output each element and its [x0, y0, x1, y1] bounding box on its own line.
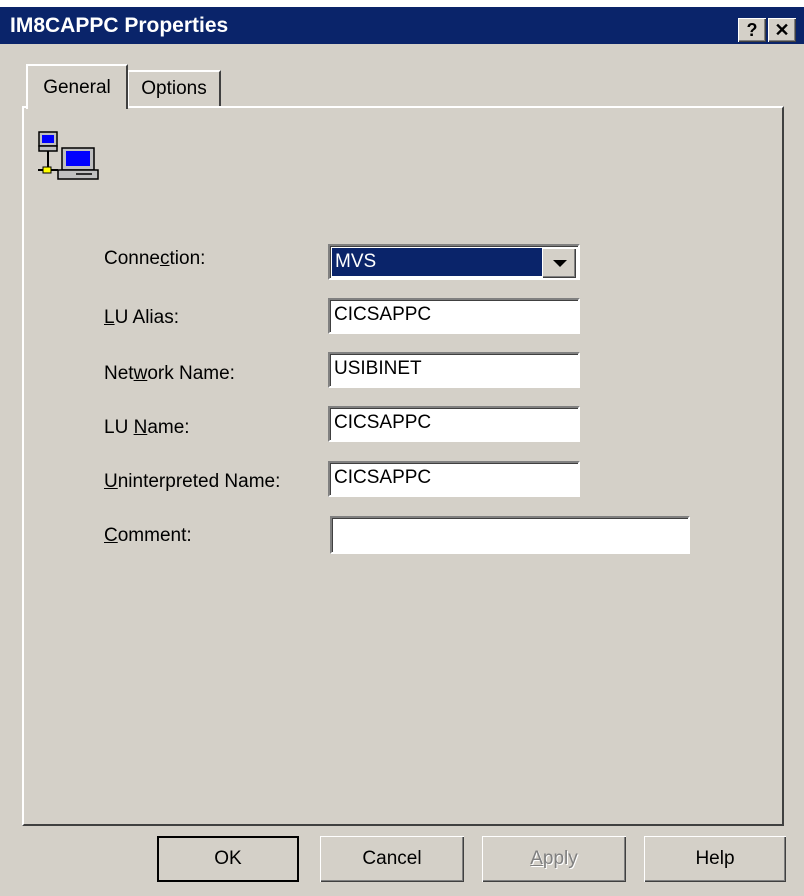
lu-name-field[interactable]: CICSAPPC: [328, 406, 580, 442]
close-button[interactable]: ✕: [768, 18, 796, 42]
tab-join: [28, 106, 126, 109]
connection-label: Connection:: [104, 248, 206, 269]
comment-label: Comment:: [104, 525, 192, 546]
help-dialog-button[interactable]: Help: [644, 836, 786, 882]
chevron-down-icon[interactable]: [542, 248, 576, 278]
connection-selected-value: MVS: [332, 248, 542, 276]
ok-button[interactable]: OK: [157, 836, 299, 882]
apply-button[interactable]: Apply: [482, 836, 626, 882]
uninterpreted-name-field[interactable]: CICSAPPC: [328, 461, 580, 497]
tab-general-label: General: [43, 76, 111, 98]
window-title: IM8CAPPC Properties: [10, 14, 229, 37]
tab-general[interactable]: General: [26, 64, 128, 109]
uninterpreted-name-label: Uninterpreted Name:: [104, 471, 281, 492]
comment-field[interactable]: [330, 516, 690, 554]
tab-options-label: Options: [141, 78, 207, 99]
lu-name-label: LU Name:: [104, 417, 190, 438]
network-name-field[interactable]: USIBINET: [328, 352, 580, 388]
help-button[interactable]: ?: [738, 18, 766, 42]
network-computer-icon: [36, 130, 104, 182]
title-bar[interactable]: IM8CAPPC Properties ? ✕: [0, 7, 804, 44]
cancel-button[interactable]: Cancel: [320, 836, 464, 882]
lu-alias-label: LU Alias:: [104, 307, 179, 328]
connection-select[interactable]: MVS: [328, 244, 580, 280]
lu-alias-field[interactable]: CICSAPPC: [328, 298, 580, 334]
network-name-label: Network Name:: [104, 363, 235, 384]
tab-options[interactable]: Options: [127, 70, 221, 106]
